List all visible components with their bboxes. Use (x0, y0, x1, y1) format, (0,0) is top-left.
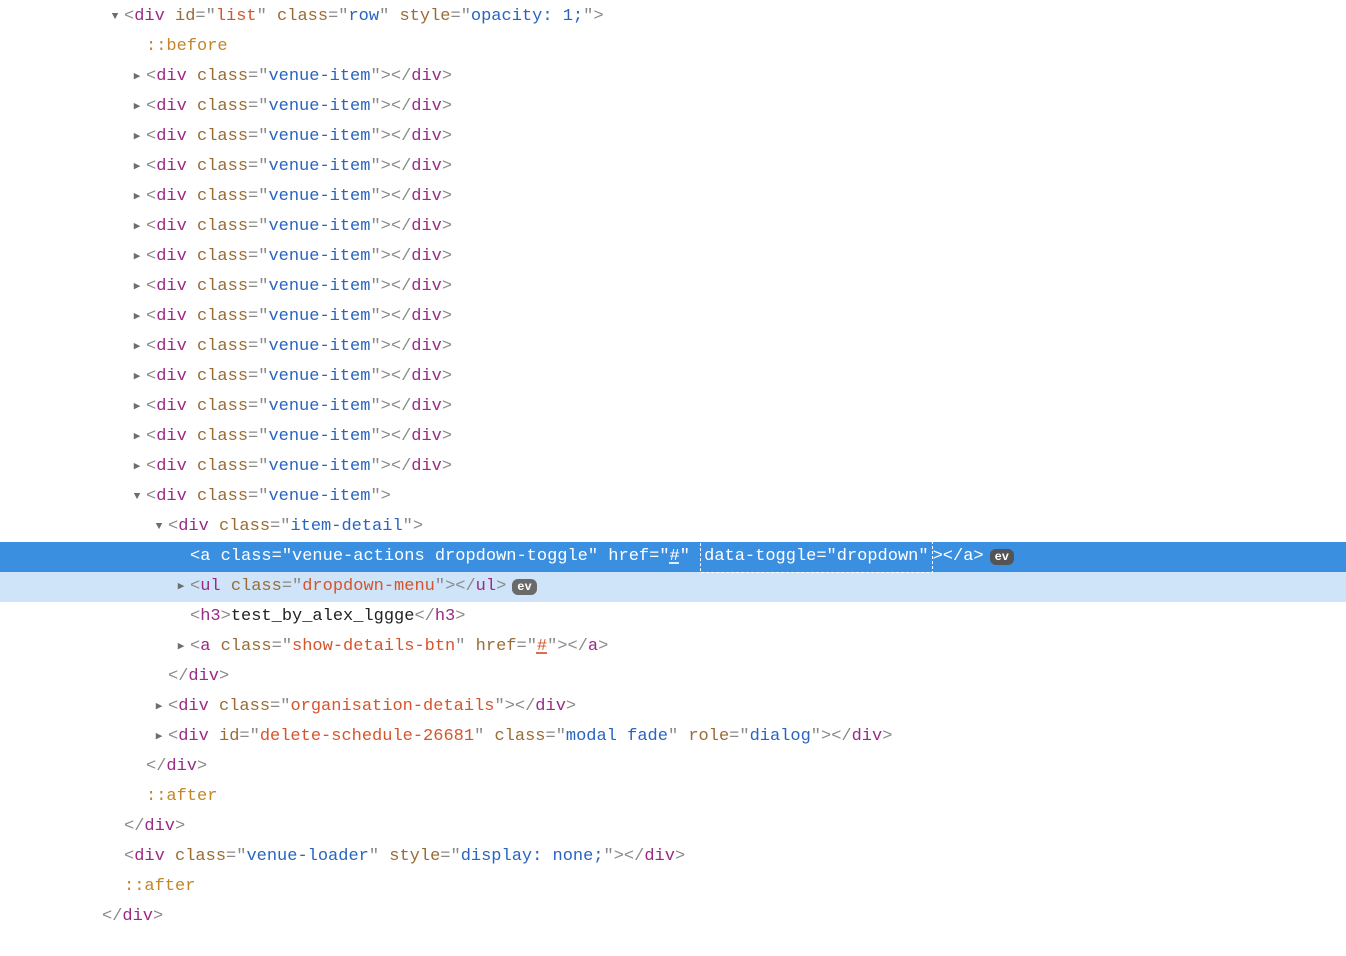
attr-value: venue-item (268, 212, 370, 242)
node-row-venue-item[interactable]: ▶<div class="venue-item"></div> (0, 212, 1346, 242)
node-row-dropdown-menu[interactable]: ▶ <ul class="dropdown-menu" ></ul> ev (0, 572, 1346, 602)
attr-value: venue-item (268, 332, 370, 362)
attr-value: venue-item (268, 482, 370, 512)
attr-value: venue-item (268, 302, 370, 332)
attr-value: organisation-details (290, 692, 494, 722)
node-row-close-div[interactable]: </div> (0, 812, 1346, 842)
node-row-venue-item[interactable]: ▶<div class="venue-item"></div> (0, 152, 1346, 182)
node-row-venue-item[interactable]: ▶<div class="venue-item"></div> (0, 422, 1346, 452)
node-row-venue-item[interactable]: ▶<div class="venue-item"></div> (0, 362, 1346, 392)
node-row-item-detail[interactable]: ▼ <div class="item-detail" > (0, 512, 1346, 542)
chevron-right-icon[interactable]: ▶ (130, 92, 144, 122)
node-row-close-div[interactable]: </div> (0, 752, 1346, 782)
chevron-right-icon[interactable]: ▶ (130, 152, 144, 182)
node-row-venue-item-expanded[interactable]: ▼ <div class="venue-item" > (0, 482, 1346, 512)
node-row-show-details[interactable]: ▶ <a class="show-details-btn" href="#" >… (0, 632, 1346, 662)
chevron-right-icon[interactable]: ▶ (152, 722, 166, 752)
attr-value: venue-item (268, 272, 370, 302)
attr-value: venue-item (268, 62, 370, 92)
chevron-right-icon[interactable]: ▶ (130, 452, 144, 482)
node-row-venue-item[interactable]: ▶<div class="venue-item"></div> (0, 242, 1346, 272)
node-row-h3[interactable]: <h3>test_by_alex_lggge</h3> (0, 602, 1346, 632)
pseudo-after[interactable]: ::after (0, 782, 1346, 812)
attr-value: dropdown-menu (302, 572, 435, 602)
attr-value: venue-item (268, 182, 370, 212)
attr-value: venue-item (268, 422, 370, 452)
attr-value: show-details-btn (292, 632, 455, 662)
node-row-venue-item[interactable]: ▶<div class="venue-item"></div> (0, 92, 1346, 122)
attr-value: venue-item (268, 362, 370, 392)
attr-value: venue-item (268, 242, 370, 272)
chevron-down-icon[interactable]: ▼ (152, 512, 166, 542)
attr-value: dialog (750, 722, 811, 752)
event-badge[interactable]: ev (990, 549, 1014, 565)
node-row-venue-item[interactable]: ▶<div class="venue-item"></div> (0, 272, 1346, 302)
node-row-venue-item[interactable]: ▶<div class="venue-item"></div> (0, 302, 1346, 332)
attr-value: opacity: 1; (471, 2, 583, 32)
node-row-selected-anchor[interactable]: <a class="venue-actions dropdown-toggle"… (0, 542, 1346, 572)
node-row-venue-item[interactable]: ▶<div class="venue-item"></div> (0, 182, 1346, 212)
node-row-venue-item[interactable]: ▶<div class="venue-item"></div> (0, 452, 1346, 482)
dom-tree: ▼ <div id="list" class="row" style="opac… (0, 0, 1346, 932)
node-row-venue-item[interactable]: ▶<div class="venue-item"></div> (0, 62, 1346, 92)
attr-value: venue-item (268, 392, 370, 422)
chevron-right-icon[interactable]: ▶ (174, 572, 188, 602)
chevron-right-icon[interactable]: ▶ (130, 242, 144, 272)
node-row-close-div[interactable]: </div> (0, 902, 1346, 932)
chevron-right-icon[interactable]: ▶ (130, 332, 144, 362)
node-row-venue-item[interactable]: ▶<div class="venue-item"></div> (0, 332, 1346, 362)
attr-value: row (348, 2, 379, 32)
chevron-down-icon[interactable]: ▼ (108, 2, 122, 32)
node-row-list[interactable]: ▼ <div id="list" class="row" style="opac… (0, 2, 1346, 32)
pseudo-after[interactable]: ::after (0, 872, 1346, 902)
chevron-right-icon[interactable]: ▶ (130, 212, 144, 242)
pseudo-before[interactable]: ::before (0, 32, 1346, 62)
node-row-venue-item[interactable]: ▶<div class="venue-item"></div> (0, 392, 1346, 422)
attr-value: list (216, 2, 257, 32)
node-row-delete-schedule[interactable]: ▶ <div id="delete-schedule-26681" class=… (0, 722, 1346, 752)
node-row-venue-loader[interactable]: <div class="venue-loader" style="display… (0, 842, 1346, 872)
attr-value: modal fade (566, 722, 668, 752)
text-content: test_by_alex_lggge (231, 602, 415, 632)
node-row-close-div[interactable]: </div> (0, 662, 1346, 692)
attr-value: item-detail (290, 512, 402, 542)
chevron-right-icon[interactable]: ▶ (130, 302, 144, 332)
attr-value: # (537, 632, 547, 662)
chevron-right-icon[interactable]: ▶ (174, 632, 188, 662)
attr-value: delete-schedule-26681 (260, 722, 474, 752)
attr-value: venue-actions dropdown-toggle (292, 542, 588, 572)
event-badge[interactable]: ev (512, 579, 536, 595)
chevron-right-icon[interactable]: ▶ (130, 392, 144, 422)
chevron-right-icon[interactable]: ▶ (130, 422, 144, 452)
chevron-right-icon[interactable]: ▶ (130, 122, 144, 152)
attr-value: venue-item (268, 152, 370, 182)
chevron-right-icon[interactable]: ▶ (130, 62, 144, 92)
attr-value: dropdown (837, 547, 919, 566)
chevron-right-icon[interactable]: ▶ (152, 692, 166, 722)
attr-value: # (670, 542, 680, 572)
attr-value: venue-loader (246, 842, 368, 872)
chevron-down-icon[interactable]: ▼ (130, 482, 144, 512)
attr-value: display: none; (461, 842, 604, 872)
attr-value: venue-item (268, 452, 370, 482)
attr-value: venue-item (268, 122, 370, 152)
chevron-right-icon[interactable]: ▶ (130, 362, 144, 392)
chevron-right-icon[interactable]: ▶ (130, 272, 144, 302)
node-row-org-details[interactable]: ▶ <div class="organisation-details" ></d… (0, 692, 1346, 722)
selected-attr-box: data-toggle="dropdown" (700, 541, 932, 573)
chevron-right-icon[interactable]: ▶ (130, 182, 144, 212)
node-row-venue-item[interactable]: ▶<div class="venue-item"></div> (0, 122, 1346, 152)
attr-value: venue-item (268, 92, 370, 122)
